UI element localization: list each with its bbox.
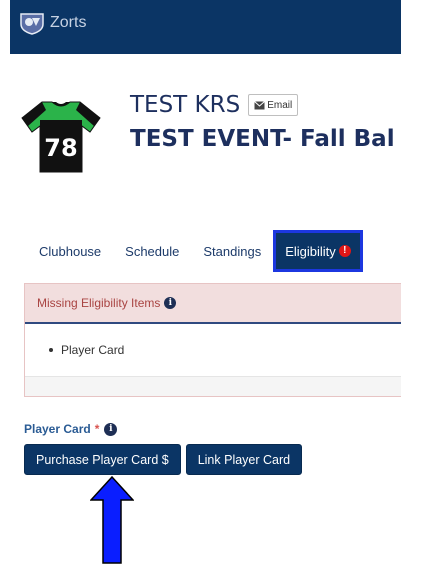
exclamation-icon: ! <box>338 245 351 257</box>
tab-eligibility[interactable]: Eligibility ! <box>273 230 363 272</box>
tab-schedule[interactable]: Schedule <box>113 230 191 272</box>
info-icon[interactable]: i <box>104 422 118 436</box>
arrow-up-icon <box>90 476 134 564</box>
tab-label: Clubhouse <box>39 243 102 259</box>
jersey-number: 78 <box>44 134 77 162</box>
link-player-card-button[interactable]: Link Player Card <box>185 444 303 475</box>
email-button-label: Email <box>267 99 293 111</box>
panel-heading: Missing Eligibility Items i <box>25 284 401 324</box>
info-icon[interactable]: i <box>164 297 177 309</box>
page: Zorts 78 TEST KRS Email TEST EVENT- Fall… <box>0 0 431 564</box>
email-button[interactable]: Email <box>248 94 299 116</box>
panel-footer <box>25 376 401 396</box>
tab-label: Eligibility <box>285 243 336 259</box>
panel-heading-text: Missing Eligibility Items <box>37 296 161 310</box>
brand-name[interactable]: Zorts <box>50 14 86 32</box>
bullet-icon <box>49 348 53 352</box>
zorts-logo-icon[interactable] <box>18 11 46 35</box>
event-title: TEST EVENT- Fall Bal <box>130 126 395 152</box>
tab-clubhouse[interactable]: Clubhouse <box>25 230 113 272</box>
tab-bar: Clubhouse Schedule Standings Eligibility… <box>25 230 363 272</box>
tab-label: Schedule <box>125 243 180 259</box>
required-marker: * <box>94 422 100 436</box>
player-card-label-text: Player Card <box>24 422 91 436</box>
tab-label: Standings <box>203 243 262 259</box>
profile-name: TEST KRS <box>130 92 241 118</box>
missing-eligibility-panel: Missing Eligibility Items i Player Card <box>24 283 401 397</box>
list-item: Player Card <box>61 343 125 357</box>
panel-body: Player Card <box>25 324 401 376</box>
player-card-label: Player Card * i <box>24 422 118 436</box>
envelope-icon <box>254 100 266 109</box>
purchase-player-card-button[interactable]: Purchase Player Card $ <box>24 444 181 475</box>
player-card-actions: Purchase Player Card $ Link Player Card <box>24 444 303 475</box>
profile-name-row: TEST KRS Email <box>130 92 299 118</box>
tab-standings[interactable]: Standings <box>191 230 273 272</box>
top-navbar: Zorts <box>10 0 401 54</box>
jersey-icon: 78 <box>21 101 101 173</box>
